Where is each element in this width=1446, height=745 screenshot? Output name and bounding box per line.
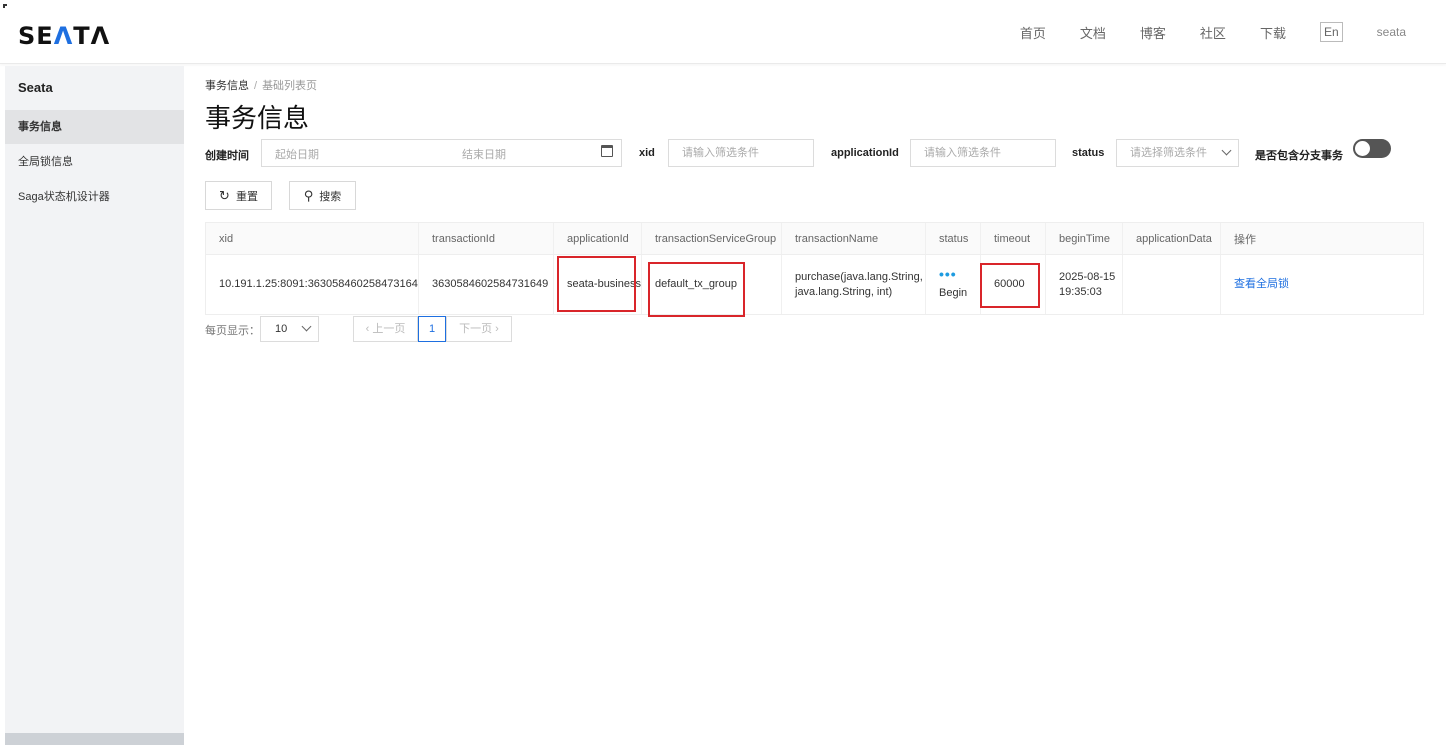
logo-part-2: Λ bbox=[53, 22, 74, 50]
nav-download[interactable]: 下载 bbox=[1260, 23, 1286, 42]
status-select-placeholder: 请选择筛选条件 bbox=[1130, 147, 1207, 159]
sidebar-item-global-locks[interactable]: 全局锁信息 bbox=[5, 145, 184, 179]
sidebar-footer bbox=[5, 733, 184, 745]
application-id-label: applicationId bbox=[831, 147, 899, 159]
reset-button-label: 重置 bbox=[235, 190, 258, 203]
sidebar-title: Seata bbox=[18, 80, 53, 95]
sidebar-item-saga-designer[interactable]: Saga状态机设计器 bbox=[5, 180, 184, 214]
next-page-button[interactable]: 下一页 › bbox=[446, 316, 512, 342]
status-select[interactable]: 请选择筛选条件 bbox=[1116, 139, 1239, 167]
end-date-input[interactable]: 结束日期 bbox=[462, 146, 506, 162]
seata-logo[interactable]: SEΛTΛ bbox=[18, 22, 110, 50]
nav-home[interactable]: 首页 bbox=[1020, 23, 1046, 42]
page-title: 事务信息 bbox=[205, 103, 310, 133]
col-header-timeout: timeout bbox=[981, 223, 1046, 254]
cell-transaction-name: purchase(java.lang.String, java.lang.Str… bbox=[782, 255, 926, 314]
highlight-box-application-id bbox=[557, 256, 636, 312]
col-header-transaction-name: transactionName bbox=[782, 223, 926, 254]
cell-application-data bbox=[1123, 255, 1221, 314]
include-branch-label: 是否包含分支事务 bbox=[1255, 150, 1343, 162]
top-header: SEΛTΛ 首页 文档 博客 社区 下载 En seata bbox=[0, 0, 1446, 64]
cell-xid: 10.191.1.25:8091:3630584602584731649 bbox=[206, 255, 419, 314]
logo-part-3: TΛ bbox=[73, 22, 111, 50]
page-number-button[interactable]: 1 bbox=[418, 316, 446, 342]
cell-begin-time: 2025-08-15 19:35:03 bbox=[1046, 255, 1123, 314]
prev-page-label: 上一页 bbox=[372, 323, 406, 335]
start-date-input[interactable]: 起始日期 bbox=[275, 146, 319, 162]
include-branch-toggle[interactable] bbox=[1353, 139, 1391, 158]
nav-blog[interactable]: 博客 bbox=[1140, 23, 1166, 42]
cell-actions: 查看全局锁 bbox=[1221, 255, 1423, 314]
chevron-down-icon bbox=[1221, 145, 1232, 156]
col-header-status: status bbox=[926, 223, 981, 254]
date-range-picker[interactable]: 起始日期 结束日期 bbox=[261, 139, 622, 167]
chevron-right-icon: › bbox=[492, 323, 499, 335]
xid-label: xid bbox=[639, 147, 655, 159]
reset-button[interactable]: ↻ 重置 bbox=[205, 181, 272, 210]
refresh-icon: ↻ bbox=[219, 187, 230, 203]
user-name[interactable]: seata bbox=[1377, 25, 1406, 39]
page-size-value: 10 bbox=[275, 323, 288, 335]
search-button[interactable]: ⚲ 搜索 bbox=[289, 181, 356, 210]
table-row: 10.191.1.25:8091:3630584602584731649 363… bbox=[206, 255, 1423, 314]
cell-status: ••• Begin bbox=[926, 255, 981, 314]
col-header-application-id: applicationId bbox=[554, 223, 642, 254]
calendar-icon[interactable] bbox=[601, 145, 613, 157]
col-header-begin-time: beginTime bbox=[1046, 223, 1123, 254]
search-icon: ⚲ bbox=[303, 187, 314, 203]
view-global-lock-link[interactable]: 查看全局锁 bbox=[1234, 277, 1289, 292]
nav-docs[interactable]: 文档 bbox=[1080, 23, 1106, 42]
language-switch-button[interactable]: En bbox=[1319, 22, 1343, 42]
window-corner-mark bbox=[3, 4, 7, 8]
sidebar-item-transactions[interactable]: 事务信息 bbox=[5, 110, 184, 144]
col-header-actions: 操作 bbox=[1234, 233, 1256, 246]
application-id-input[interactable]: 请输入筛选条件 bbox=[910, 139, 1056, 167]
table-header: xid transactionId applicationId transact… bbox=[206, 223, 1423, 255]
page-size-select[interactable]: 10 bbox=[260, 316, 319, 342]
status-label: status bbox=[1072, 147, 1105, 159]
next-page-label: 下一页 bbox=[459, 323, 493, 335]
chevron-down-icon bbox=[301, 321, 312, 332]
created-time-label: 创建时间 bbox=[205, 150, 249, 162]
search-button-label: 搜索 bbox=[319, 190, 342, 203]
breadcrumb: 事务信息 / 基础列表页 bbox=[205, 77, 317, 93]
col-header-xid: xid bbox=[206, 223, 419, 254]
logo-part-1: SE bbox=[18, 22, 54, 50]
status-dots-icon: ••• bbox=[939, 266, 957, 282]
xid-input[interactable]: 请输入筛选条件 bbox=[668, 139, 814, 167]
cell-transaction-id: 3630584602584731649 bbox=[419, 255, 554, 314]
breadcrumb-current[interactable]: 事务信息 bbox=[205, 80, 249, 92]
toggle-knob bbox=[1355, 141, 1370, 156]
breadcrumb-separator: / bbox=[254, 80, 258, 92]
col-header-application-data: applicationData bbox=[1123, 223, 1221, 254]
nav-community[interactable]: 社区 bbox=[1200, 23, 1226, 42]
col-header-transaction-id: transactionId bbox=[419, 223, 554, 254]
prev-page-button[interactable]: ‹ 上一页 bbox=[353, 316, 418, 342]
col-header-service-group: transactionServiceGroup bbox=[642, 223, 782, 254]
page-size-label: 每页显示： bbox=[205, 325, 260, 337]
top-nav: 首页 文档 博客 社区 下载 En seata bbox=[1020, 0, 1446, 64]
transactions-table: xid transactionId applicationId transact… bbox=[205, 222, 1424, 315]
highlight-box-timeout bbox=[980, 263, 1040, 308]
breadcrumb-page: 基础列表页 bbox=[262, 80, 318, 92]
sidebar: Seata 事务信息 全局锁信息 Saga状态机设计器 bbox=[5, 66, 184, 745]
highlight-box-service-group bbox=[648, 262, 745, 317]
status-text: Begin bbox=[939, 287, 968, 299]
